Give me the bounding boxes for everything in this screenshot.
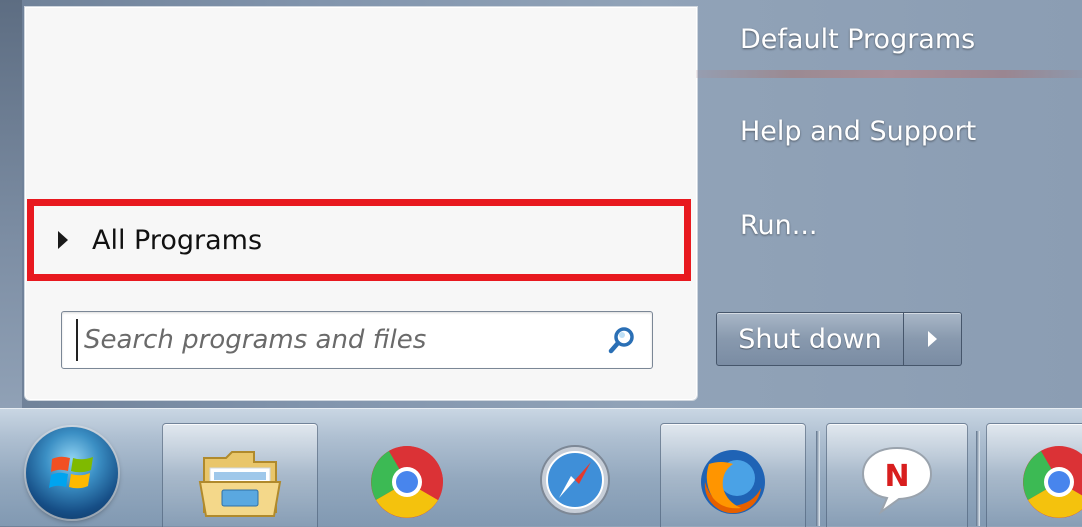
default-programs-link[interactable]: Default Programs xyxy=(740,24,975,55)
taskbar-chrome[interactable] xyxy=(332,423,482,527)
help-and-support-link[interactable]: Help and Support xyxy=(740,116,976,147)
taskbar-firefox[interactable] xyxy=(660,423,806,527)
places-pane: Default Programs Help and Support Run...… xyxy=(696,0,1082,408)
all-programs-label: All Programs xyxy=(92,224,263,256)
taskbar-chrome-window[interactable] xyxy=(986,423,1082,527)
all-programs-item[interactable]: All Programs xyxy=(27,199,691,281)
taskbar-separator xyxy=(816,431,820,526)
shutdown-options-button[interactable] xyxy=(904,312,962,366)
taskbar-safari[interactable] xyxy=(500,423,650,527)
menu-divider xyxy=(696,70,1082,78)
firefox-icon xyxy=(701,450,765,514)
taskbar: N xyxy=(0,408,1082,527)
svg-text:N: N xyxy=(884,459,909,494)
taskbar-n-chat[interactable]: N xyxy=(826,423,968,527)
search-input[interactable] xyxy=(76,319,586,361)
shutdown-group: Shut down xyxy=(716,312,962,366)
shut-down-button[interactable]: Shut down xyxy=(716,312,904,366)
triangle-right-icon xyxy=(928,331,937,347)
n-chat-icon: N xyxy=(861,446,933,515)
windows-flag-icon xyxy=(49,456,93,489)
safari-icon xyxy=(540,445,610,515)
windows-explorer-icon xyxy=(198,451,282,517)
triangle-right-icon xyxy=(58,231,68,249)
search-box[interactable] xyxy=(61,311,653,369)
taskbar-windows-explorer[interactable] xyxy=(162,423,318,527)
programs-pane: All Programs xyxy=(24,6,698,401)
taskbar-separator xyxy=(976,431,980,526)
chrome-icon xyxy=(1023,446,1082,518)
search-icon[interactable] xyxy=(608,326,636,354)
run-link[interactable]: Run... xyxy=(740,210,818,241)
start-button[interactable] xyxy=(26,427,118,519)
chrome-icon xyxy=(371,446,443,518)
start-menu: All Programs Default Programs Help and S… xyxy=(0,0,1082,408)
